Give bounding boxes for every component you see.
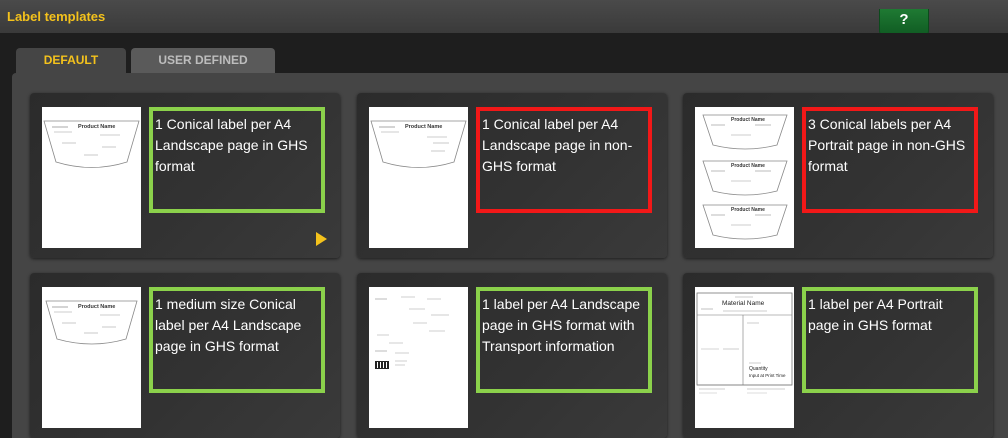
templates-panel: Product Name 1 Conical label per A4 Land…	[12, 73, 1008, 438]
thumb-title: Product Name	[405, 124, 442, 130]
thumb-quantity-text: Quantity	[749, 366, 768, 372]
template-thumbnail	[369, 287, 468, 428]
template-thumbnail: Product Name	[42, 287, 141, 428]
template-description: 1 label per A4 Portrait page in GHS form…	[802, 287, 978, 393]
thumb-title: Product Name	[731, 117, 765, 123]
tab-default[interactable]: DEFAULT	[16, 48, 126, 73]
template-card-2[interactable]: Product Name 1 Conical label per A4 Land…	[357, 93, 667, 258]
title-bar: Label templates ?	[0, 0, 1008, 37]
template-thumbnail: Material Name Quantity Input at Print Ti…	[695, 287, 794, 428]
conical-label-preview: Product Name	[45, 300, 138, 345]
conical-label-preview: Product Name	[43, 120, 140, 168]
conical-label-preview: Product Name	[370, 120, 467, 168]
play-icon[interactable]	[316, 232, 327, 246]
template-thumbnail: Product Name	[369, 107, 468, 248]
template-description: 1 Conical label per A4 Landscape page in…	[476, 107, 652, 213]
tab-bar: DEFAULT USER DEFINED	[0, 33, 1008, 73]
template-card-6[interactable]: Material Name Quantity Input at Print Ti…	[683, 273, 993, 438]
template-description: 1 Conical label per A4 Landscape page in…	[149, 107, 325, 213]
tab-user-defined[interactable]: USER DEFINED	[131, 48, 275, 73]
transport-label-preview	[375, 296, 449, 369]
thumb-title: Material Name	[722, 300, 765, 307]
template-description: 1 medium size Conical label per A4 Lands…	[149, 287, 325, 393]
template-card-5[interactable]: 1 label per A4 Landscape page in GHS for…	[357, 273, 667, 438]
thumb-title: Product Name	[78, 124, 115, 130]
template-thumbnail: Product Name Product Name Product Name	[695, 107, 794, 248]
thumb-title: Product Name	[731, 207, 765, 213]
thumb-input-text: Input at Print Time	[749, 373, 786, 378]
template-thumbnail: Product Name	[42, 107, 141, 248]
thumb-title: Product Name	[78, 304, 115, 310]
thumb-title: Product Name	[731, 163, 765, 169]
portrait-label-preview: Material Name Quantity Input at Print Ti…	[696, 292, 793, 394]
template-description: 1 label per A4 Landscape page in GHS for…	[476, 287, 652, 393]
window-title: Label templates	[7, 9, 106, 24]
template-card-3[interactable]: Product Name Product Name Product Name 3…	[683, 93, 993, 258]
template-description: 3 Conical labels per A4 Portrait page in…	[802, 107, 978, 213]
template-card-4[interactable]: Product Name 1 medium size Conical label…	[30, 273, 340, 438]
template-card-1[interactable]: Product Name 1 Conical label per A4 Land…	[30, 93, 340, 258]
conical-label-preview: Product Name Product Name Product Name	[702, 114, 788, 240]
